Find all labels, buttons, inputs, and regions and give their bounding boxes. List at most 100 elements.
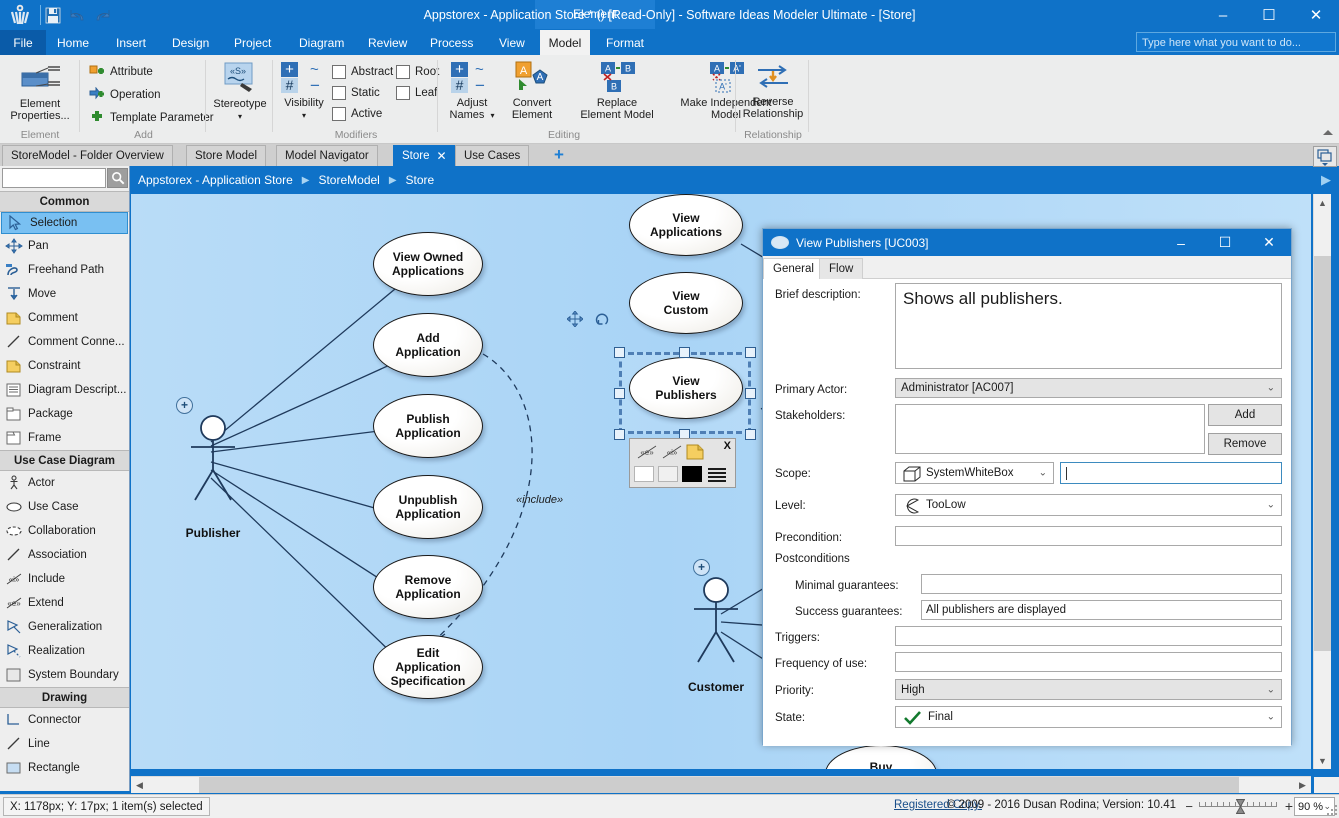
minimal-guarantees-input[interactable] [921,574,1282,594]
tab-diagram[interactable]: Diagram [288,30,355,55]
tab-review[interactable]: Review [357,30,418,55]
state-combo[interactable]: Final ⌄ [895,706,1282,728]
actor-publisher-add-badge[interactable]: + [176,397,193,414]
doc-tab-store[interactable]: Store ✕ [393,145,456,166]
vertical-scroll-thumb[interactable] [1314,256,1331,651]
tool-selection[interactable]: Selection [1,212,128,234]
tool-use-case[interactable]: Use Case [0,495,129,519]
undo-icon[interactable] [68,6,88,25]
visibility-button[interactable]: + # ~ − Visibility ▾ [276,61,332,122]
tool-include[interactable]: «i» Include [0,567,129,591]
visibility-dropdown-arrow[interactable]: ▾ [276,110,332,122]
tool-association[interactable]: Association [0,543,129,567]
use-case-edit-application-specification[interactable]: Edit Application Specification [373,635,483,699]
tab-model[interactable]: Model [540,30,590,55]
tab-view[interactable]: View [488,30,536,55]
move-icon[interactable] [567,311,583,327]
resize-handle-nw[interactable] [614,347,625,358]
tool-collaboration[interactable]: Collaboration [0,519,129,543]
horizontal-scroll-thumb[interactable] [199,777,1239,793]
dialog-tab-flow[interactable]: Flow [819,258,863,279]
convert-element-button[interactable]: A A Convert Element [503,61,561,121]
tool-connector[interactable]: Connector [0,708,129,732]
tool-system-boundary[interactable]: System Boundary [0,663,129,687]
add-tab-button[interactable]: + [550,147,568,164]
use-case-publish-application[interactable]: Publish Application [373,394,483,458]
resize-handle-sw[interactable] [614,429,625,440]
tool-rectangle[interactable]: Rectangle [0,756,129,780]
tool-pan[interactable]: Pan [0,234,129,258]
stakeholders-list[interactable] [895,404,1205,454]
add-template-parameter-button[interactable]: Template Parameter [89,110,214,125]
resize-handle-w[interactable] [614,388,625,399]
mini-toolbar-close-icon[interactable]: X [724,440,731,452]
level-combo[interactable]: TooLow ⌄ [895,494,1282,516]
modifier-abstract-checkbox[interactable]: Abstract [332,65,393,79]
window-minimize-button[interactable]: – [1200,0,1246,30]
mini-toolbar-note-button[interactable] [686,443,706,463]
doc-tab-model-navigator[interactable]: Model Navigator [276,145,378,166]
tab-file[interactable]: File [0,30,46,55]
dialog-minimize-button[interactable]: – [1159,229,1203,256]
search-icon[interactable] [107,168,128,188]
reverse-relationship-button[interactable]: Reverse Relationship [737,61,809,120]
replace-element-model-button[interactable]: A B B Replace Element Model [567,61,667,121]
tab-project[interactable]: Project [223,30,282,55]
use-case-view-applications[interactable]: View Applications [629,194,743,256]
doc-tab-storemodel-folder-overview[interactable]: StoreModel - Folder Overview [2,145,173,166]
tool-actor[interactable]: Actor [0,471,129,495]
window-close-button[interactable]: ✕ [1293,0,1339,30]
add-operation-button[interactable]: Operation [89,87,161,102]
triggers-input[interactable] [895,626,1282,646]
adjust-names-dropdown-arrow[interactable]: ▾ [490,111,494,120]
mini-toolbar-lines-button[interactable] [706,466,728,485]
use-case-view-publishers[interactable]: View Publishers [629,357,743,419]
mini-toolbar-swatch-white[interactable] [634,466,654,482]
rotate-icon[interactable] [594,311,610,327]
tell-me-search-input[interactable]: Type here what you want to do... [1136,32,1336,52]
scroll-left-icon[interactable]: ◀ [131,777,148,793]
doc-tab-close-icon[interactable]: ✕ [437,149,447,163]
modifier-leaf-checkbox[interactable]: Leaf [396,86,437,100]
resize-handle-ne[interactable] [745,347,756,358]
redo-icon[interactable] [92,6,112,25]
add-stakeholder-button[interactable]: Add [1208,404,1282,426]
tool-frame[interactable]: Frame [0,426,129,450]
window-list-button[interactable] [1313,146,1337,167]
scroll-right-icon[interactable]: ▶ [1294,777,1311,793]
adjust-names-button[interactable]: + # ~ − Adjust Names ▾ [443,61,501,122]
tool-move[interactable]: Move [0,282,129,306]
modifier-active-checkbox[interactable]: Active [332,107,382,121]
dialog-maximize-button[interactable]: ☐ [1203,229,1247,256]
primary-actor-combo[interactable]: Administrator [AC007] ⌄ [895,378,1282,398]
save-icon[interactable] [43,6,63,25]
brief-description-textarea[interactable]: Shows all publishers. [895,283,1282,369]
mini-toolbar-extend-button[interactable]: «e» [636,444,658,463]
tab-process[interactable]: Process [419,30,484,55]
tool-realization[interactable]: Realization [0,639,129,663]
success-guarantees-input[interactable]: All publishers are displayed [921,600,1282,620]
mini-toolbar[interactable]: X «e» «i» [629,438,736,488]
tool-package[interactable]: Package [0,402,129,426]
tool-extend[interactable]: «e» Extend [0,591,129,615]
breadcrumb-item-store[interactable]: Store [406,173,435,187]
tool-constraint[interactable]: Constraint [0,354,129,378]
scope-combo[interactable]: SystemWhiteBox ⌄ [895,462,1054,484]
window-maximize-button[interactable]: ☐ [1246,0,1292,30]
tool-diagram-description[interactable]: Diagram Descript... [0,378,129,402]
precondition-input[interactable] [895,526,1282,546]
use-case-unpublish-application[interactable]: Unpublish Application [373,475,483,539]
canvas-vertical-scrollbar[interactable]: ▲ ▼ [1313,194,1331,769]
tool-line[interactable]: Line [0,732,129,756]
use-case-view-customers[interactable]: View Custom [629,272,743,334]
doc-tab-use-cases[interactable]: Use Cases [455,145,529,166]
scope-extra-input[interactable] [1060,462,1282,484]
element-properties-button[interactable]: Element Properties... [6,61,74,122]
dialog-close-button[interactable]: ✕ [1247,229,1291,256]
use-case-view-owned-applications[interactable]: View Owned Applications [373,232,483,296]
tab-home[interactable]: Home [46,30,100,55]
zoom-in-button[interactable]: + [1285,798,1293,814]
stereotype-dropdown-arrow[interactable]: ▾ [209,111,271,123]
resize-handle-e[interactable] [745,388,756,399]
breadcrumb-item-storemodel[interactable]: StoreModel [318,173,379,187]
